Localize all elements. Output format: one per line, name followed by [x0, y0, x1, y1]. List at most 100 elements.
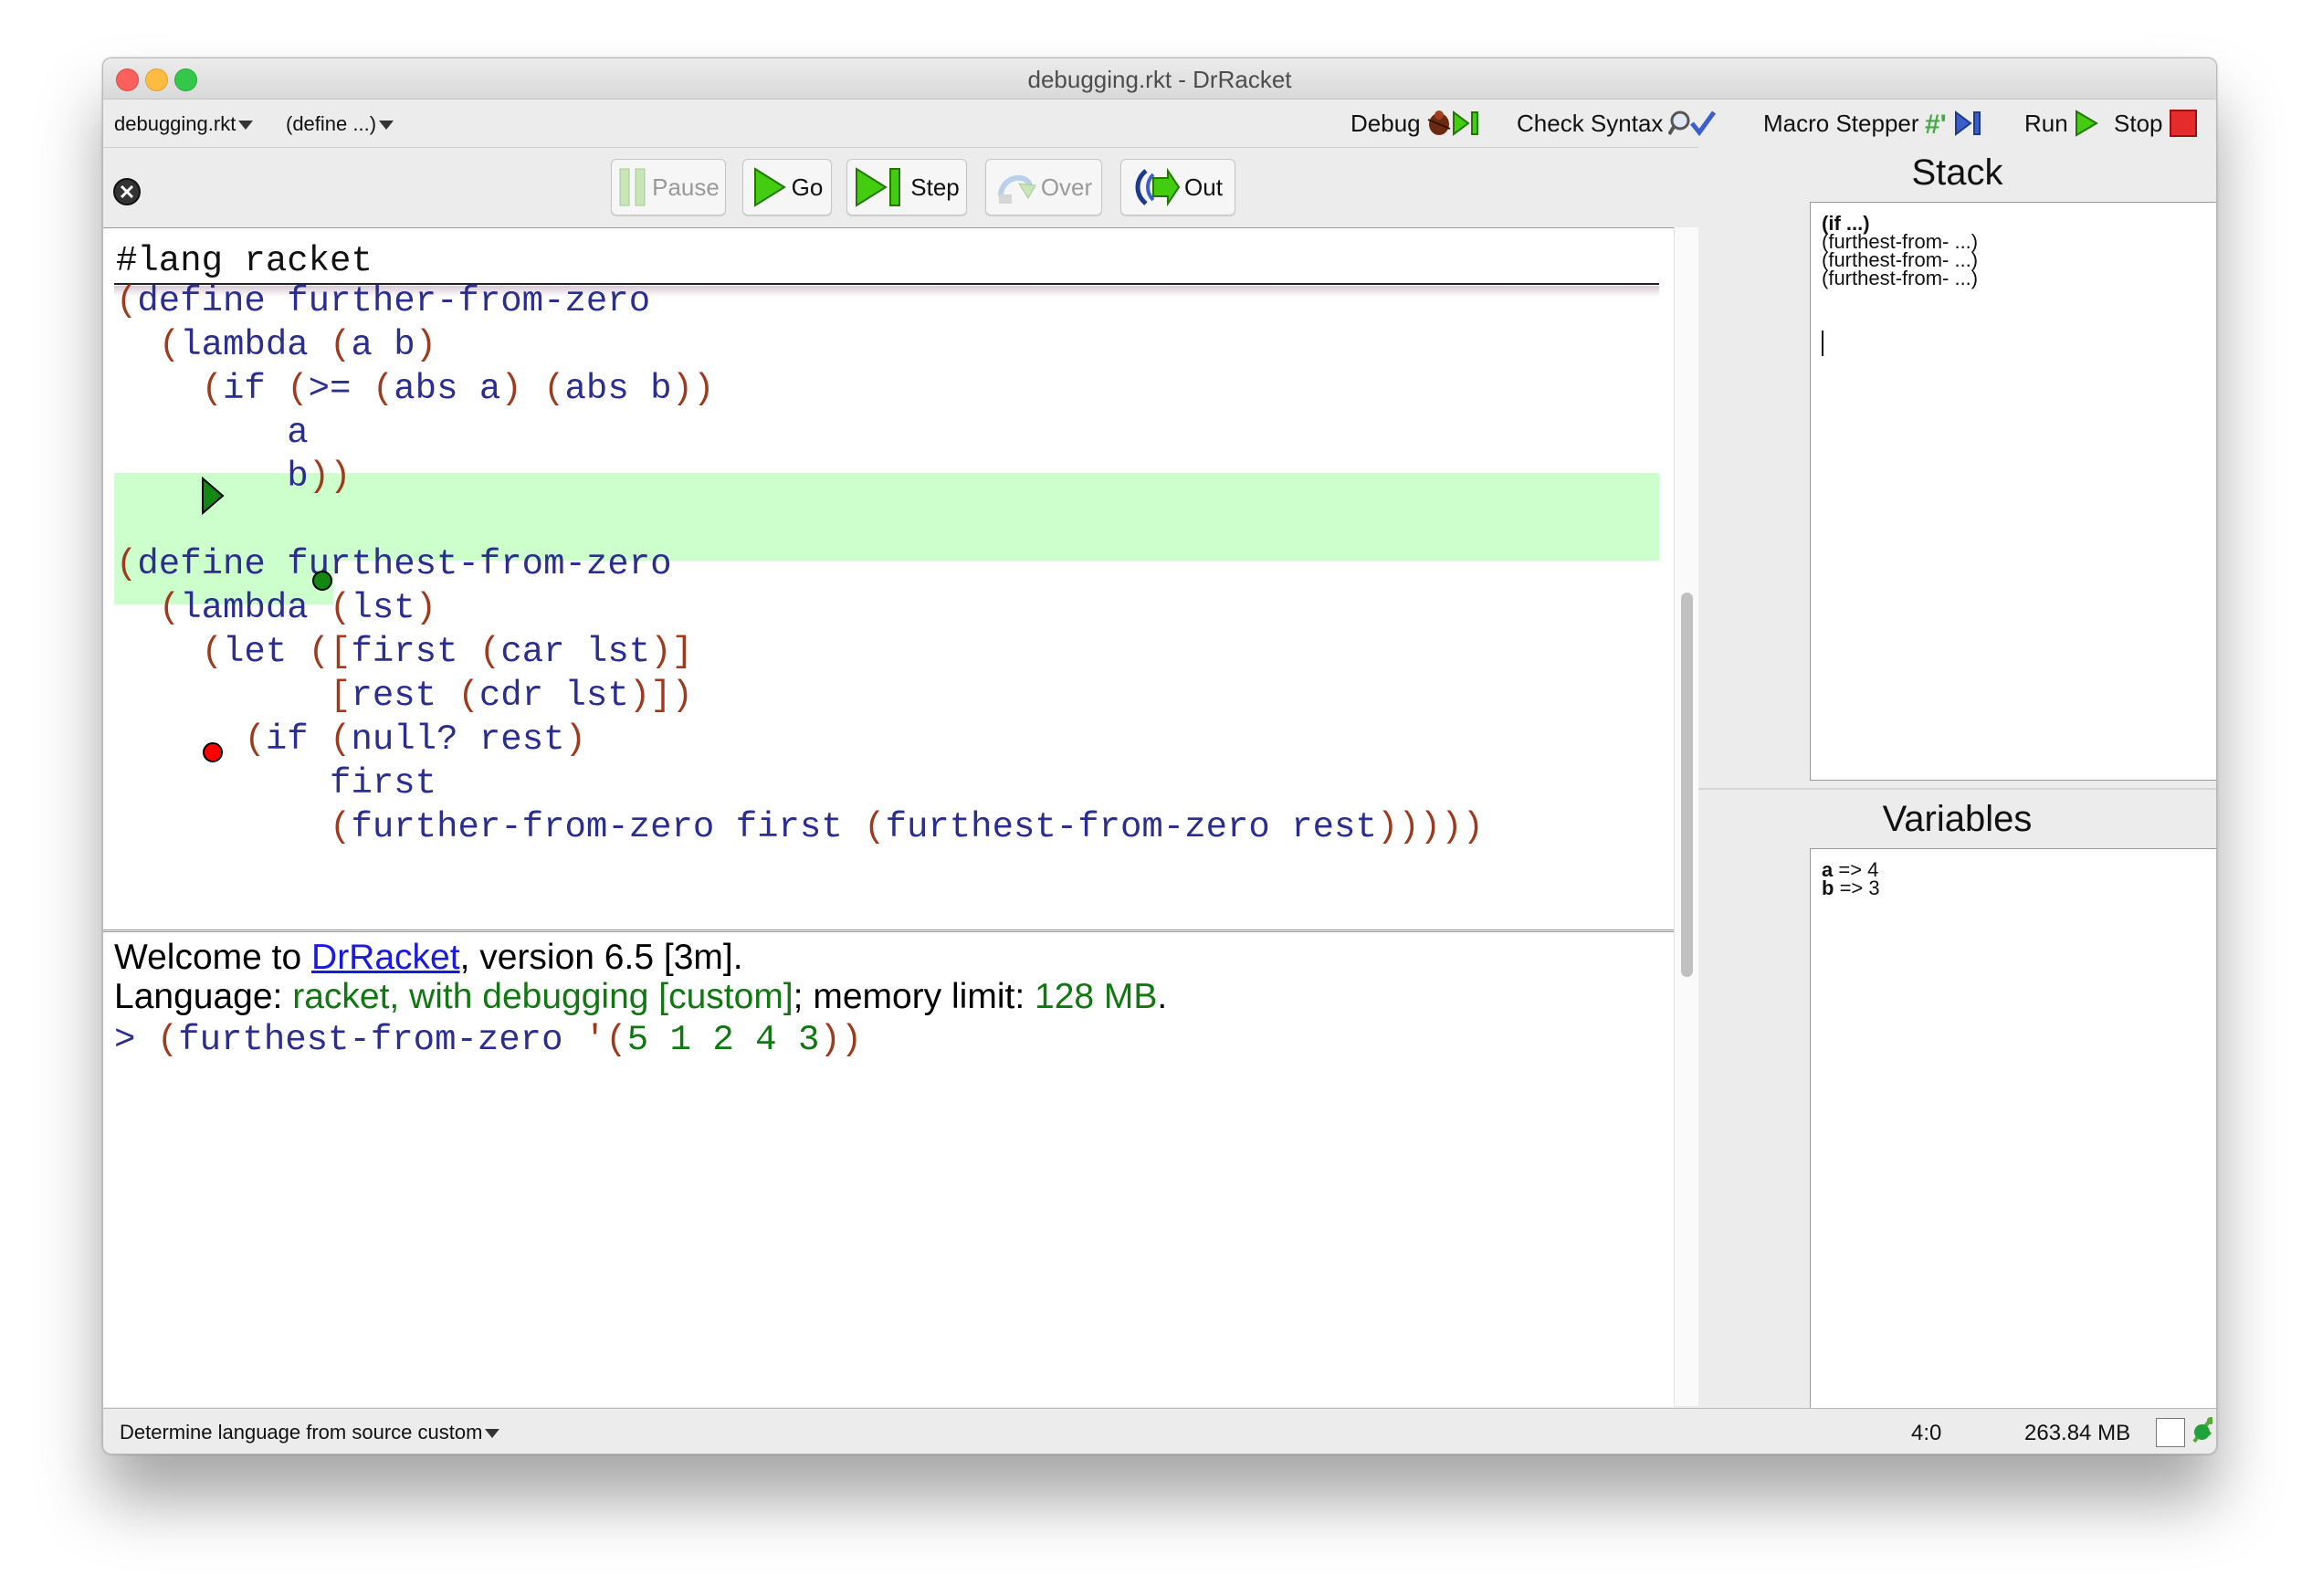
code-token: lambda	[180, 588, 331, 628]
code-paren: (	[116, 544, 138, 584]
stack-list[interactable]: (if ...) (furthest-from- ...) (furthest-fr…	[1810, 202, 2216, 781]
code-token: a b	[351, 325, 415, 365]
code-paren: (	[330, 325, 352, 365]
code-token: if	[265, 719, 331, 760]
repl-input: (furthest-from-zero '(5 1 2 4 3))	[157, 1020, 862, 1060]
out-label: Out	[1184, 173, 1223, 201]
drracket-link[interactable]: DrRacket	[311, 938, 460, 977]
vertical-scrollbar[interactable]	[1674, 593, 1699, 1406]
close-debugger-icon[interactable]	[112, 177, 142, 206]
code-token: car lst	[500, 632, 651, 672]
code-token: if	[223, 369, 288, 409]
step-label: Step	[910, 173, 960, 201]
chevron-down-icon	[238, 121, 254, 131]
chevron-down-icon	[485, 1429, 500, 1439]
repl-input-line[interactable]: > (furthest-from-zero '(5 1 2 4 3))	[114, 1018, 862, 1062]
debugger-side-panel: Stack (if ...) (furthest-from- ...) (furth…	[1698, 147, 2216, 1409]
code-token: a	[287, 413, 309, 453]
code-paren: )))))	[1376, 807, 1484, 847]
title-bar: debugging.rkt - DrRacket	[103, 58, 2216, 100]
repl-token: ))	[819, 1020, 863, 1060]
result-marker-icon	[312, 571, 332, 591]
status-bar: Determine language from source custom 4:…	[103, 1408, 2216, 1454]
code-paren: (	[158, 325, 181, 365]
drracket-window: debugging.rkt - DrRacket debugging.rkt (…	[102, 58, 2217, 1454]
code-paren: (	[287, 369, 309, 409]
code-paren: ))	[308, 457, 352, 497]
debug-button[interactable]: Debug	[1350, 109, 1487, 138]
interactions-pane[interactable]: Welcome to DrRacket, version 6.5 [3m]. L…	[103, 931, 1674, 1407]
code-line: (if (>= (abs a) (abs b))	[116, 367, 715, 411]
svg-text:#': #'	[1925, 110, 1947, 138]
code-token: first	[330, 763, 437, 803]
check-syntax-button[interactable]: Check Syntax	[1517, 109, 1718, 138]
step-over-icon	[997, 175, 1036, 204]
code-paren: (	[201, 369, 224, 409]
variables-title: Variables	[1882, 799, 2033, 839]
code-paren: (	[201, 632, 224, 672]
language-selector-label: Determine language from source custom	[120, 1421, 483, 1444]
code-line: (lambda (a b)	[116, 323, 436, 367]
code-line: a	[116, 411, 309, 455]
welcome-suffix: , version 6.5 [3m].	[459, 938, 743, 977]
code-paren: (	[158, 588, 181, 628]
welcome-line: Welcome to DrRacket, version 6.5 [3m].	[114, 938, 743, 978]
over-button[interactable]: Over	[985, 159, 1102, 215]
code-token: let	[223, 632, 309, 672]
code-token: null? rest	[351, 719, 565, 760]
memory-end: .	[1157, 977, 1168, 1016]
variables-list[interactable]: a => 4b => 3	[1810, 848, 2216, 1409]
debug-label: Debug	[1350, 109, 1421, 137]
window-title: debugging.rkt - DrRacket	[1027, 66, 1292, 93]
repl-token: (	[156, 1020, 179, 1060]
code-token: abs b	[564, 369, 672, 409]
step-icon	[856, 167, 901, 207]
macro-stepper-label: Macro Stepper	[1763, 109, 1919, 137]
pause-button[interactable]: Pause	[611, 159, 726, 215]
go-button[interactable]: Go	[742, 159, 832, 215]
language-label: Language:	[114, 977, 293, 1016]
stop-button[interactable]: Stop	[2114, 109, 2198, 138]
variable-row[interactable]: b => 3	[1822, 877, 1880, 900]
code-token: define further-from-zero	[137, 281, 651, 321]
define-menu[interactable]: (define ...)	[286, 112, 394, 136]
code-line: first	[116, 761, 436, 805]
code-paren: (	[372, 369, 394, 409]
code-line: (further-from-zero first (furthest-from-…	[116, 805, 1484, 849]
cursor-position: 4:0	[1911, 1421, 1942, 1445]
language-selector[interactable]: Determine language from source custom	[120, 1421, 500, 1444]
status-dot	[2194, 1424, 2210, 1440]
step-button[interactable]: Step	[846, 159, 967, 215]
definitions-editor[interactable]: #lang racket (define further-from-zero (…	[103, 227, 1698, 930]
lang-line: #lang racket	[116, 241, 373, 281]
run-button[interactable]: Run	[2024, 109, 2099, 138]
chevron-down-icon	[379, 121, 394, 131]
pause-icon	[619, 168, 646, 206]
welcome-prefix: Welcome to	[114, 938, 312, 977]
macro-stepper-button[interactable]: Macro Stepper #'	[1763, 109, 1987, 138]
file-menu[interactable]: debugging.rkt	[114, 112, 254, 136]
code-line: b))	[116, 455, 351, 499]
language-line: Language: racket, with debugging [custom…	[114, 977, 1167, 1017]
editor-scrollbar[interactable]	[1674, 227, 1699, 976]
pause-label: Pause	[652, 173, 720, 201]
panel-divider[interactable]	[1698, 788, 2216, 790]
code-token: furthest-from-zero rest	[885, 807, 1377, 847]
define-menu-label: (define ...)	[286, 112, 377, 135]
run-label: Run	[2024, 109, 2068, 137]
editor-scrollbar-thumb[interactable]	[1681, 593, 1693, 976]
stack-frame[interactable]: (furthest-from- ...)	[1822, 267, 1978, 290]
code-paren: )	[564, 719, 586, 760]
code-token: rest	[351, 676, 458, 716]
code-paren: [	[330, 676, 352, 716]
breakpoint-icon[interactable]	[201, 740, 225, 764]
repl-prompt: >	[114, 1020, 136, 1060]
code-line: (lambda (lst)	[116, 586, 436, 630]
main-toolbar: debugging.rkt (define ...) Debug Check S…	[103, 100, 2216, 147]
over-label: Over	[1040, 173, 1093, 201]
code-paren: (	[478, 632, 501, 672]
code-paren: (	[330, 719, 352, 760]
code-token: b	[287, 457, 309, 497]
out-button[interactable]: Out	[1120, 159, 1235, 215]
